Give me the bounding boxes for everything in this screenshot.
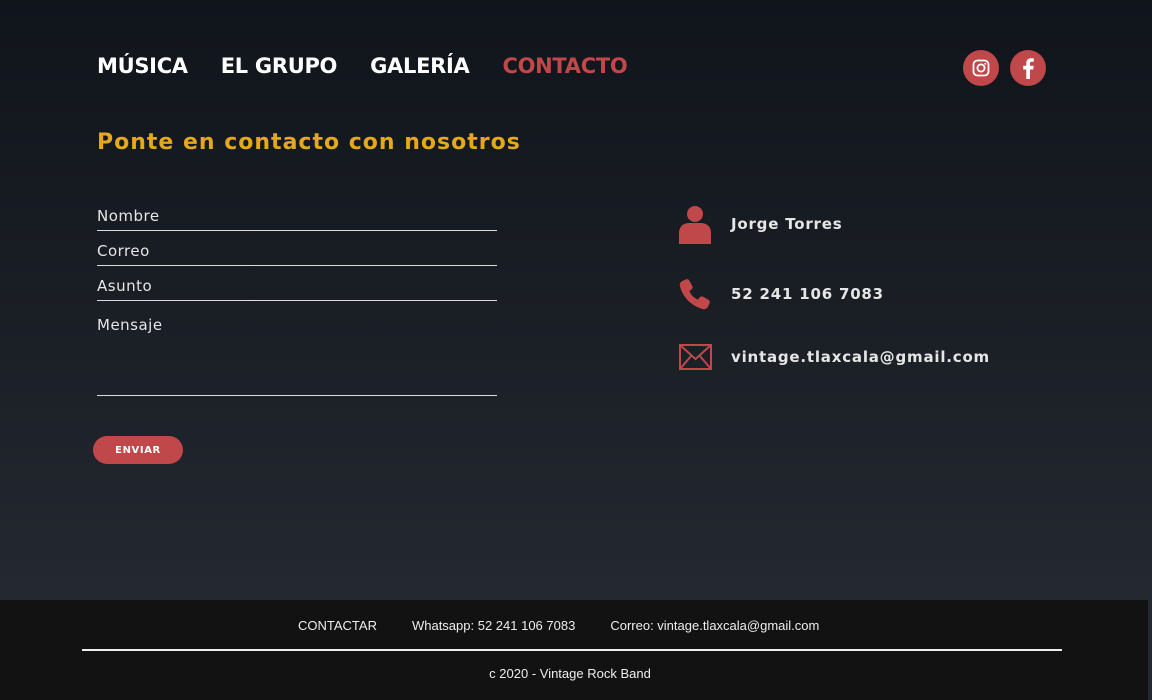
contact-email: vintage.tlaxcala@gmail.com bbox=[731, 348, 990, 366]
footer-links: CONTACTAR Whatsapp: 52 241 106 7083 Corr… bbox=[298, 618, 819, 633]
contact-form bbox=[97, 200, 497, 400]
footer-divider bbox=[82, 649, 1062, 651]
name-field-wrapper bbox=[97, 200, 497, 231]
nav-item-musica[interactable]: MÚSICA bbox=[97, 50, 188, 82]
envelope-icon bbox=[678, 337, 712, 377]
phone-icon bbox=[678, 274, 712, 314]
facebook-icon bbox=[1023, 58, 1034, 79]
contact-name-row: Jorge Torres bbox=[678, 204, 842, 244]
name-input[interactable] bbox=[97, 207, 497, 225]
copyright: c 2020 - Vintage Rock Band bbox=[489, 666, 651, 681]
send-button[interactable]: ENVIAR bbox=[93, 436, 183, 464]
footer-email: Correo: vintage.tlaxcala@gmail.com bbox=[610, 618, 820, 633]
page-title: Ponte en contacto con nosotros bbox=[97, 130, 521, 155]
facebook-link[interactable] bbox=[1010, 50, 1046, 86]
nav-item-contacto[interactable]: CONTACTO bbox=[502, 50, 627, 82]
nav-item-el-grupo[interactable]: EL GRUPO bbox=[221, 50, 338, 82]
user-icon bbox=[678, 204, 712, 244]
footer: CONTACTAR Whatsapp: 52 241 106 7083 Corr… bbox=[0, 600, 1148, 700]
subject-field-wrapper bbox=[97, 270, 497, 301]
message-field-wrapper bbox=[97, 305, 497, 396]
nav-item-galeria[interactable]: GALERÍA bbox=[370, 50, 470, 82]
subject-input[interactable] bbox=[97, 277, 497, 295]
main-nav: MÚSICA EL GRUPO GALERÍA CONTACTO bbox=[97, 50, 628, 82]
social-links bbox=[963, 50, 1046, 86]
instagram-icon bbox=[972, 59, 990, 77]
footer-contact-link[interactable]: CONTACTAR bbox=[298, 618, 377, 633]
instagram-link[interactable] bbox=[963, 50, 999, 86]
email-field-wrapper bbox=[97, 235, 497, 266]
footer-whatsapp: Whatsapp: 52 241 106 7083 bbox=[411, 618, 576, 633]
contact-name: Jorge Torres bbox=[731, 215, 843, 233]
contact-phone: 52 241 106 7083 bbox=[731, 285, 884, 303]
contact-phone-row: 52 241 106 7083 bbox=[678, 274, 884, 314]
email-input[interactable] bbox=[97, 242, 497, 260]
message-input[interactable] bbox=[97, 316, 497, 386]
contact-email-row: vintage.tlaxcala@gmail.com bbox=[678, 337, 990, 377]
